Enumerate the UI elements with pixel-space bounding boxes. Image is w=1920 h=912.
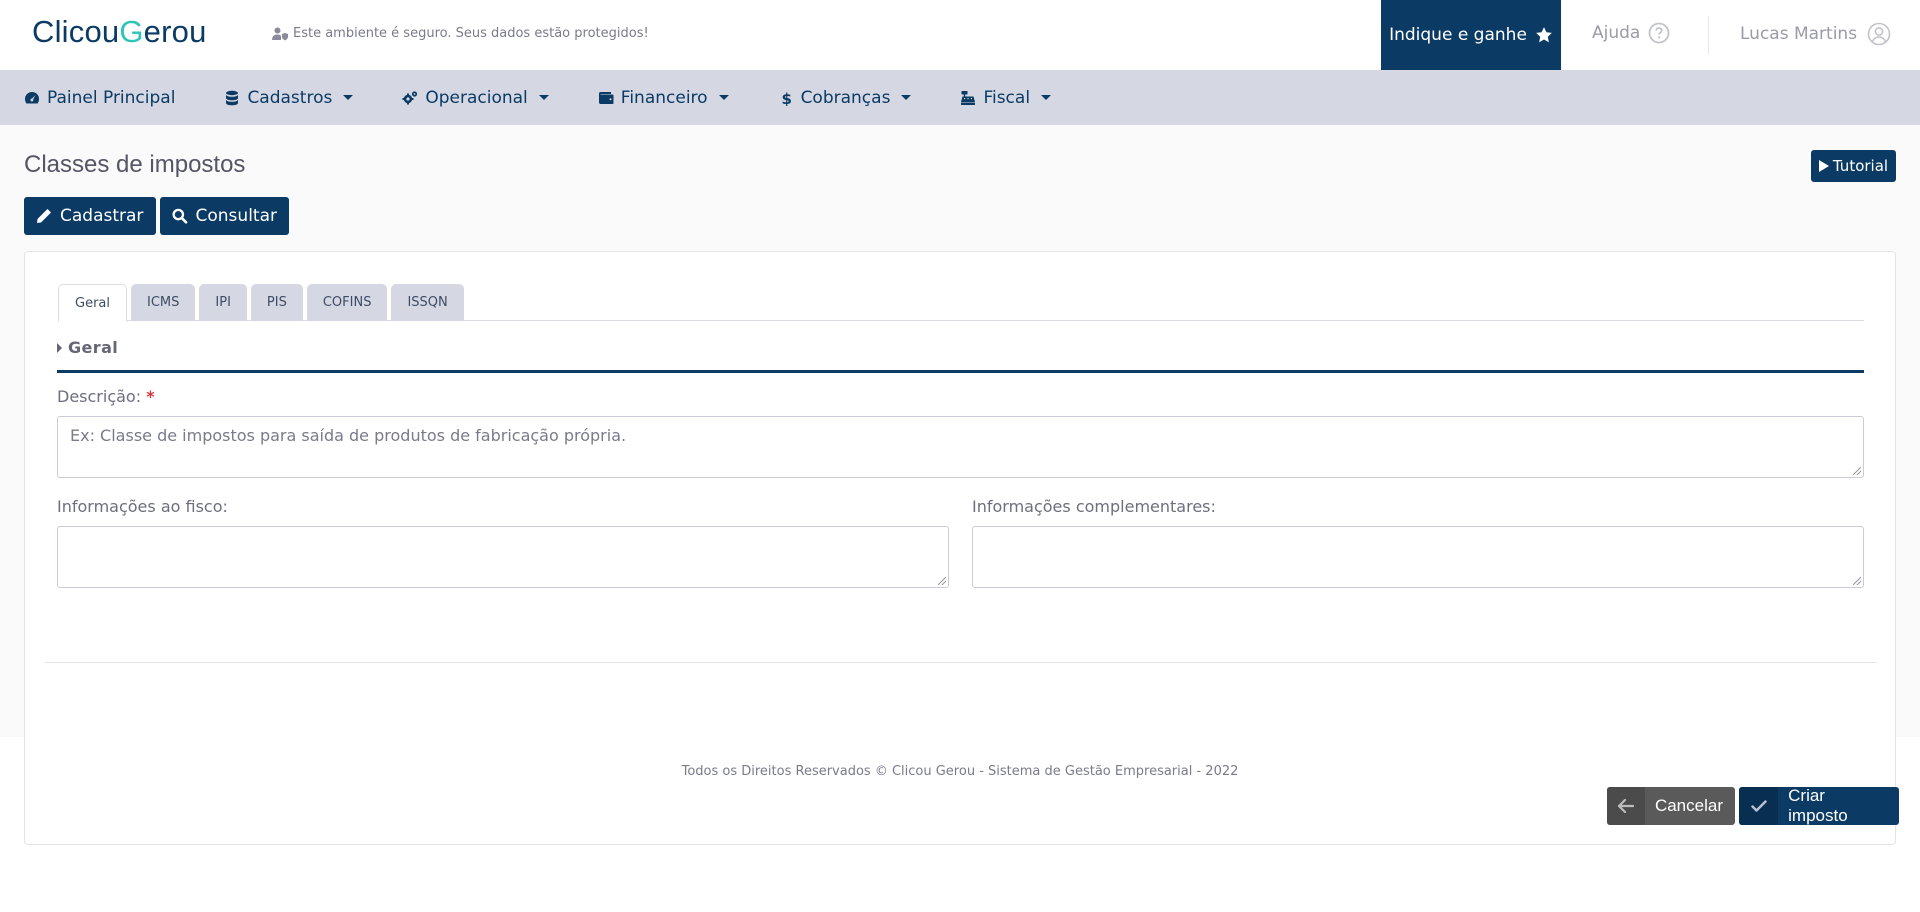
main-content: Classes de impostos Tutorial Cadastrar C… bbox=[0, 125, 1920, 845]
svg-text:$: $ bbox=[781, 90, 791, 106]
arrow-left-icon bbox=[1607, 787, 1645, 825]
resize-handle-icon[interactable] bbox=[1853, 467, 1861, 475]
chevron-down-icon bbox=[901, 95, 912, 100]
complementary-info-label: Informações complementares: bbox=[972, 497, 1216, 516]
tab-ipi[interactable]: IPI bbox=[199, 284, 247, 321]
nav-fiscal[interactable]: Fiscal bbox=[960, 87, 1052, 108]
resize-handle-icon[interactable] bbox=[938, 577, 946, 585]
tab-cofins[interactable]: COFINS bbox=[306, 284, 388, 321]
logo-text-3: erou bbox=[143, 14, 207, 49]
nav-label: Painel Principal bbox=[47, 87, 176, 108]
chevron-down-icon bbox=[718, 95, 729, 100]
register-label: Cadastrar bbox=[60, 206, 144, 226]
logo-text-2: G bbox=[119, 14, 144, 49]
complementary-info-field[interactable] bbox=[972, 526, 1864, 588]
tab-geral[interactable]: Geral bbox=[58, 284, 127, 322]
nav-painel-principal[interactable]: Painel Principal bbox=[24, 88, 175, 108]
nav-label: Cobranças bbox=[800, 87, 891, 108]
gauge-icon bbox=[24, 91, 40, 103]
nav-label: Cadastros bbox=[247, 87, 333, 108]
create-tax-button[interactable]: Criar imposto bbox=[1739, 787, 1899, 825]
referral-label: Indique e ganhe bbox=[1389, 25, 1527, 45]
fiscal-info-field[interactable] bbox=[57, 526, 949, 588]
user-name: Lucas Martins bbox=[1740, 24, 1858, 44]
nav-label: Financeiro bbox=[620, 87, 708, 108]
section-header-geral[interactable]: Geral bbox=[57, 338, 118, 357]
chevron-down-icon bbox=[1041, 95, 1052, 100]
star-icon bbox=[1536, 27, 1552, 43]
nav-financeiro[interactable]: Financeiro bbox=[598, 88, 729, 108]
description-label-text: Descrição: bbox=[57, 387, 142, 406]
form-actions-divider bbox=[45, 662, 1877, 663]
section-divider bbox=[57, 370, 1864, 373]
user-avatar-icon bbox=[1867, 22, 1891, 46]
logo-text-1: Clicou bbox=[32, 14, 120, 49]
nav-label: Operacional bbox=[425, 87, 528, 108]
description-label: Descrição: * bbox=[57, 387, 155, 406]
header-divider bbox=[1708, 16, 1709, 54]
tab-icms[interactable]: ICMS bbox=[131, 284, 196, 321]
pencil-icon bbox=[37, 209, 51, 223]
main-navbar: Painel Principal Cadastros Operacional F… bbox=[0, 70, 1920, 125]
gears-icon bbox=[402, 90, 418, 104]
chevron-down-icon bbox=[343, 95, 354, 100]
play-icon bbox=[1818, 160, 1829, 172]
logo[interactable]: ClicouGerou bbox=[32, 14, 207, 50]
dollar-icon: $ bbox=[781, 90, 791, 106]
create-tax-label: Criar imposto bbox=[1788, 787, 1848, 825]
security-notice: Este ambiente é seguro. Seus dados estão… bbox=[272, 26, 649, 41]
referral-button[interactable]: Indique e ganhe bbox=[1381, 0, 1561, 70]
chevron-down-icon bbox=[538, 95, 549, 100]
tab-pis[interactable]: PIS bbox=[250, 284, 303, 321]
tab-bar: Geral ICMS IPI PIS COFINS ISSQN bbox=[58, 284, 1864, 322]
nav-label: Fiscal bbox=[983, 87, 1031, 108]
user-menu[interactable]: Lucas Martins bbox=[1740, 22, 1891, 46]
user-shield-icon bbox=[272, 27, 288, 40]
tutorial-button[interactable]: Tutorial bbox=[1811, 150, 1896, 182]
tutorial-label: Tutorial bbox=[1832, 157, 1889, 175]
description-placeholder: Ex: Classe de impostos para saída de pro… bbox=[70, 426, 627, 445]
nav-operacional[interactable]: Operacional bbox=[402, 87, 549, 108]
search-button[interactable]: Consultar bbox=[160, 197, 289, 235]
resize-handle-icon[interactable] bbox=[1853, 577, 1861, 585]
check-icon bbox=[1739, 787, 1779, 825]
required-marker: * bbox=[146, 387, 155, 406]
question-circle-icon bbox=[1648, 22, 1670, 44]
search-icon bbox=[172, 208, 188, 224]
nav-cadastros[interactable]: Cadastros bbox=[224, 87, 354, 108]
nav-cobrancas[interactable]: $ Cobranças bbox=[778, 88, 912, 108]
fiscal-info-label: Informações ao fisco: bbox=[57, 497, 228, 516]
cancel-label: Cancelar bbox=[1654, 796, 1723, 815]
cash-register-icon bbox=[961, 90, 976, 105]
wallet-icon bbox=[598, 91, 614, 104]
help-label: Ajuda bbox=[1592, 23, 1641, 43]
cancel-button[interactable]: Cancelar bbox=[1607, 787, 1735, 825]
search-label: Consultar bbox=[195, 206, 277, 226]
footer-copyright: Todos os Direitos Reservados © Clicou Ge… bbox=[681, 764, 1239, 779]
description-field[interactable]: Ex: Classe de impostos para saída de pro… bbox=[57, 416, 1864, 478]
tax-class-form-card: Geral ICMS IPI PIS COFINS ISSQN Geral De… bbox=[24, 251, 1899, 845]
database-icon bbox=[226, 90, 239, 105]
register-button[interactable]: Cadastrar bbox=[24, 197, 156, 235]
page-title: Classes de impostos bbox=[24, 151, 246, 178]
tab-issqn[interactable]: ISSQN bbox=[391, 284, 464, 321]
security-notice-text: Este ambiente é seguro. Seus dados estão… bbox=[293, 26, 649, 41]
top-header: ClicouGerou Este ambiente é seguro. Seus… bbox=[0, 0, 1920, 70]
help-link[interactable]: Ajuda bbox=[1592, 22, 1670, 44]
caret-right-icon bbox=[57, 342, 62, 353]
section-title: Geral bbox=[68, 338, 119, 357]
